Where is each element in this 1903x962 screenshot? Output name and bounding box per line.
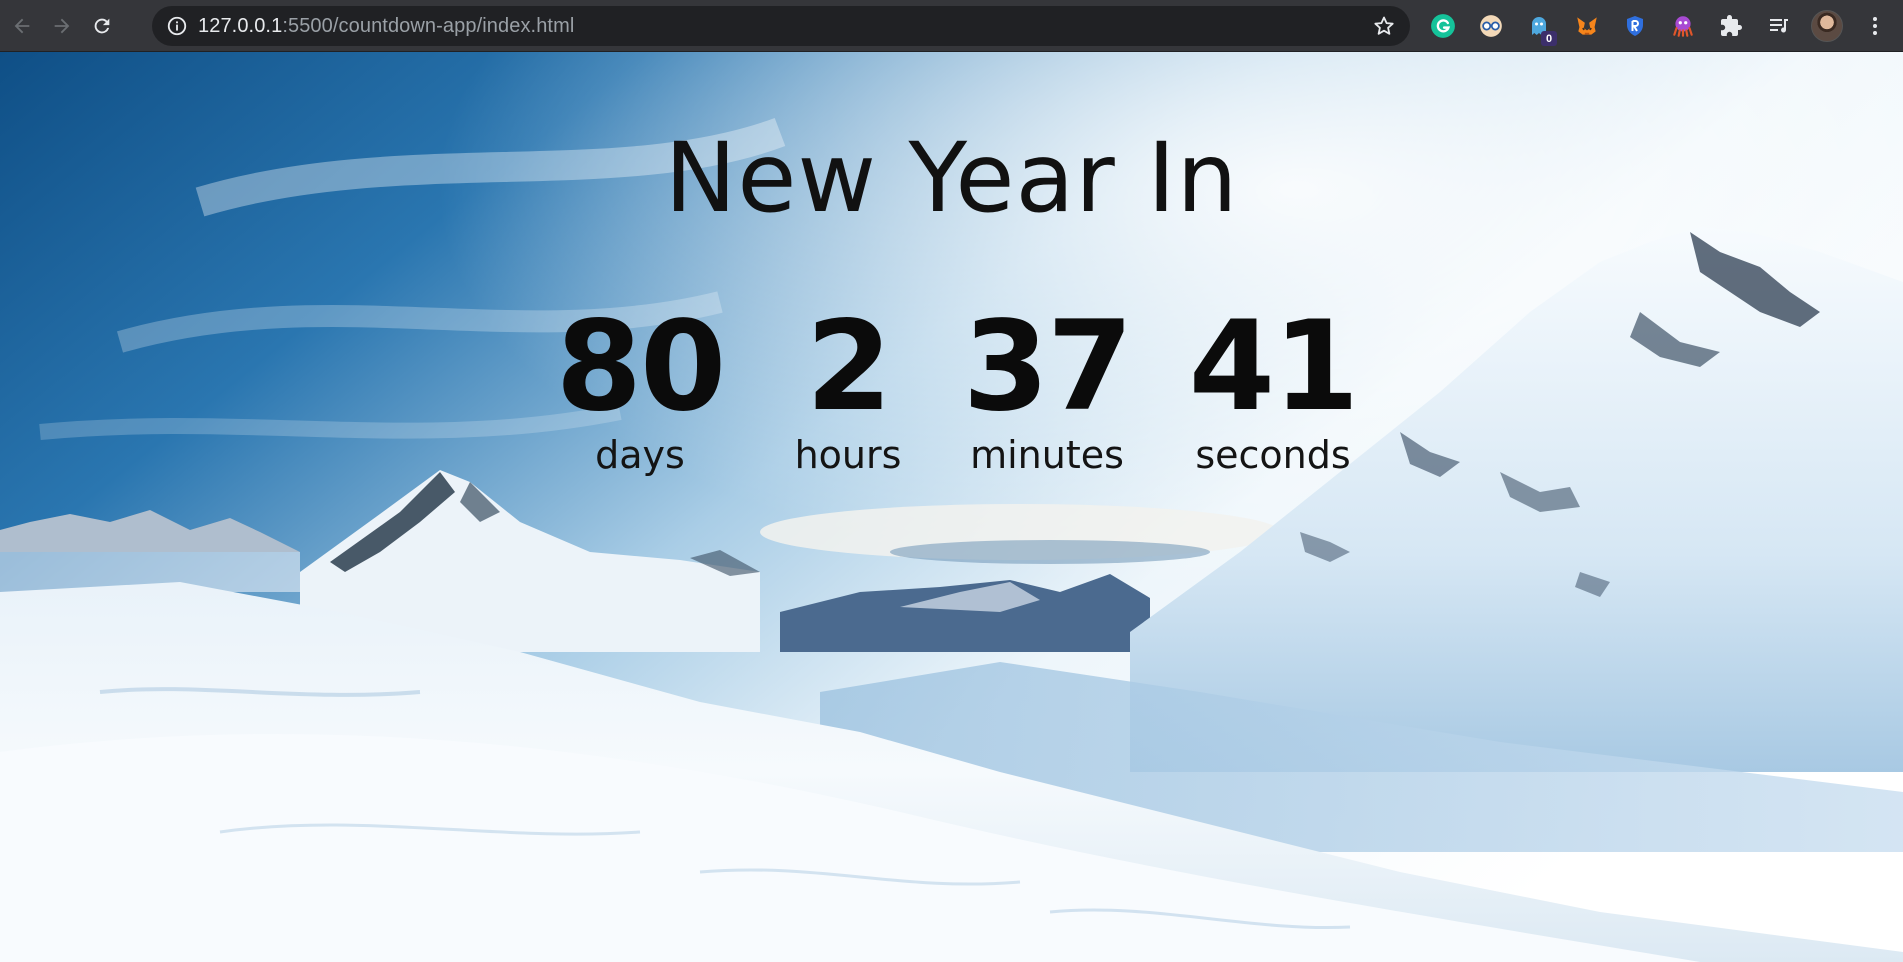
countdown-hours: 2 hours	[733, 302, 963, 478]
avatar	[1811, 10, 1843, 42]
url-host: 127.0.0.1	[198, 14, 283, 37]
reload-button[interactable]	[84, 8, 120, 44]
countdown-timer: 80 days 2 hours 37 minutes 41 seconds	[0, 302, 1903, 502]
bookmark-star-icon[interactable]	[1372, 14, 1396, 38]
profile-avatar[interactable]	[1809, 8, 1845, 44]
site-info-icon[interactable]	[166, 15, 188, 37]
shield-extension-icon[interactable]	[1617, 8, 1653, 44]
reload-icon	[94, 18, 110, 33]
page-title: New Year In	[664, 122, 1239, 234]
arrow-right-icon	[54, 18, 70, 33]
hours-label: hours	[794, 433, 902, 477]
back-button[interactable]	[4, 8, 40, 44]
url-path: :5500/countdown-app/index.html	[282, 14, 575, 37]
grammarly-extension-icon[interactable]	[1425, 8, 1461, 44]
days-value: 80	[555, 295, 727, 439]
extensions-bar: 0	[1425, 8, 1903, 46]
address-bar[interactable]: 127.0.0.1:5500/countdown-app/index.html	[152, 6, 1410, 46]
metamask-extension-icon[interactable]	[1569, 8, 1605, 44]
browser-toolbar: 127.0.0.1:5500/countdown-app/index.html	[0, 0, 1903, 52]
reader-extension-icon[interactable]	[1473, 8, 1509, 44]
minutes-value: 37	[962, 295, 1134, 439]
countdown-days: 80 days	[525, 302, 755, 478]
extension-badge: 0	[1541, 31, 1557, 46]
extensions-puzzle-icon[interactable]	[1713, 8, 1749, 44]
seconds-value: 41	[1188, 295, 1360, 439]
arrow-left-icon	[14, 18, 30, 33]
octopus-extension-icon[interactable]	[1665, 8, 1701, 44]
hours-value: 2	[805, 295, 892, 439]
browser-menu-button[interactable]	[1857, 8, 1893, 44]
countdown-minutes: 37 minutes	[932, 302, 1162, 478]
forward-button[interactable]	[44, 8, 80, 44]
media-control-icon[interactable]	[1761, 8, 1797, 44]
countdown-seconds: 41 seconds	[1158, 302, 1388, 478]
more-vertical-icon	[1873, 17, 1877, 35]
ghost-extension-icon[interactable]: 0	[1521, 8, 1557, 46]
url-text[interactable]: 127.0.0.1:5500/countdown-app/index.html	[198, 15, 574, 38]
countdown-page: New Year In 80 days 2 hours 37 minutes 4…	[0, 52, 1903, 962]
